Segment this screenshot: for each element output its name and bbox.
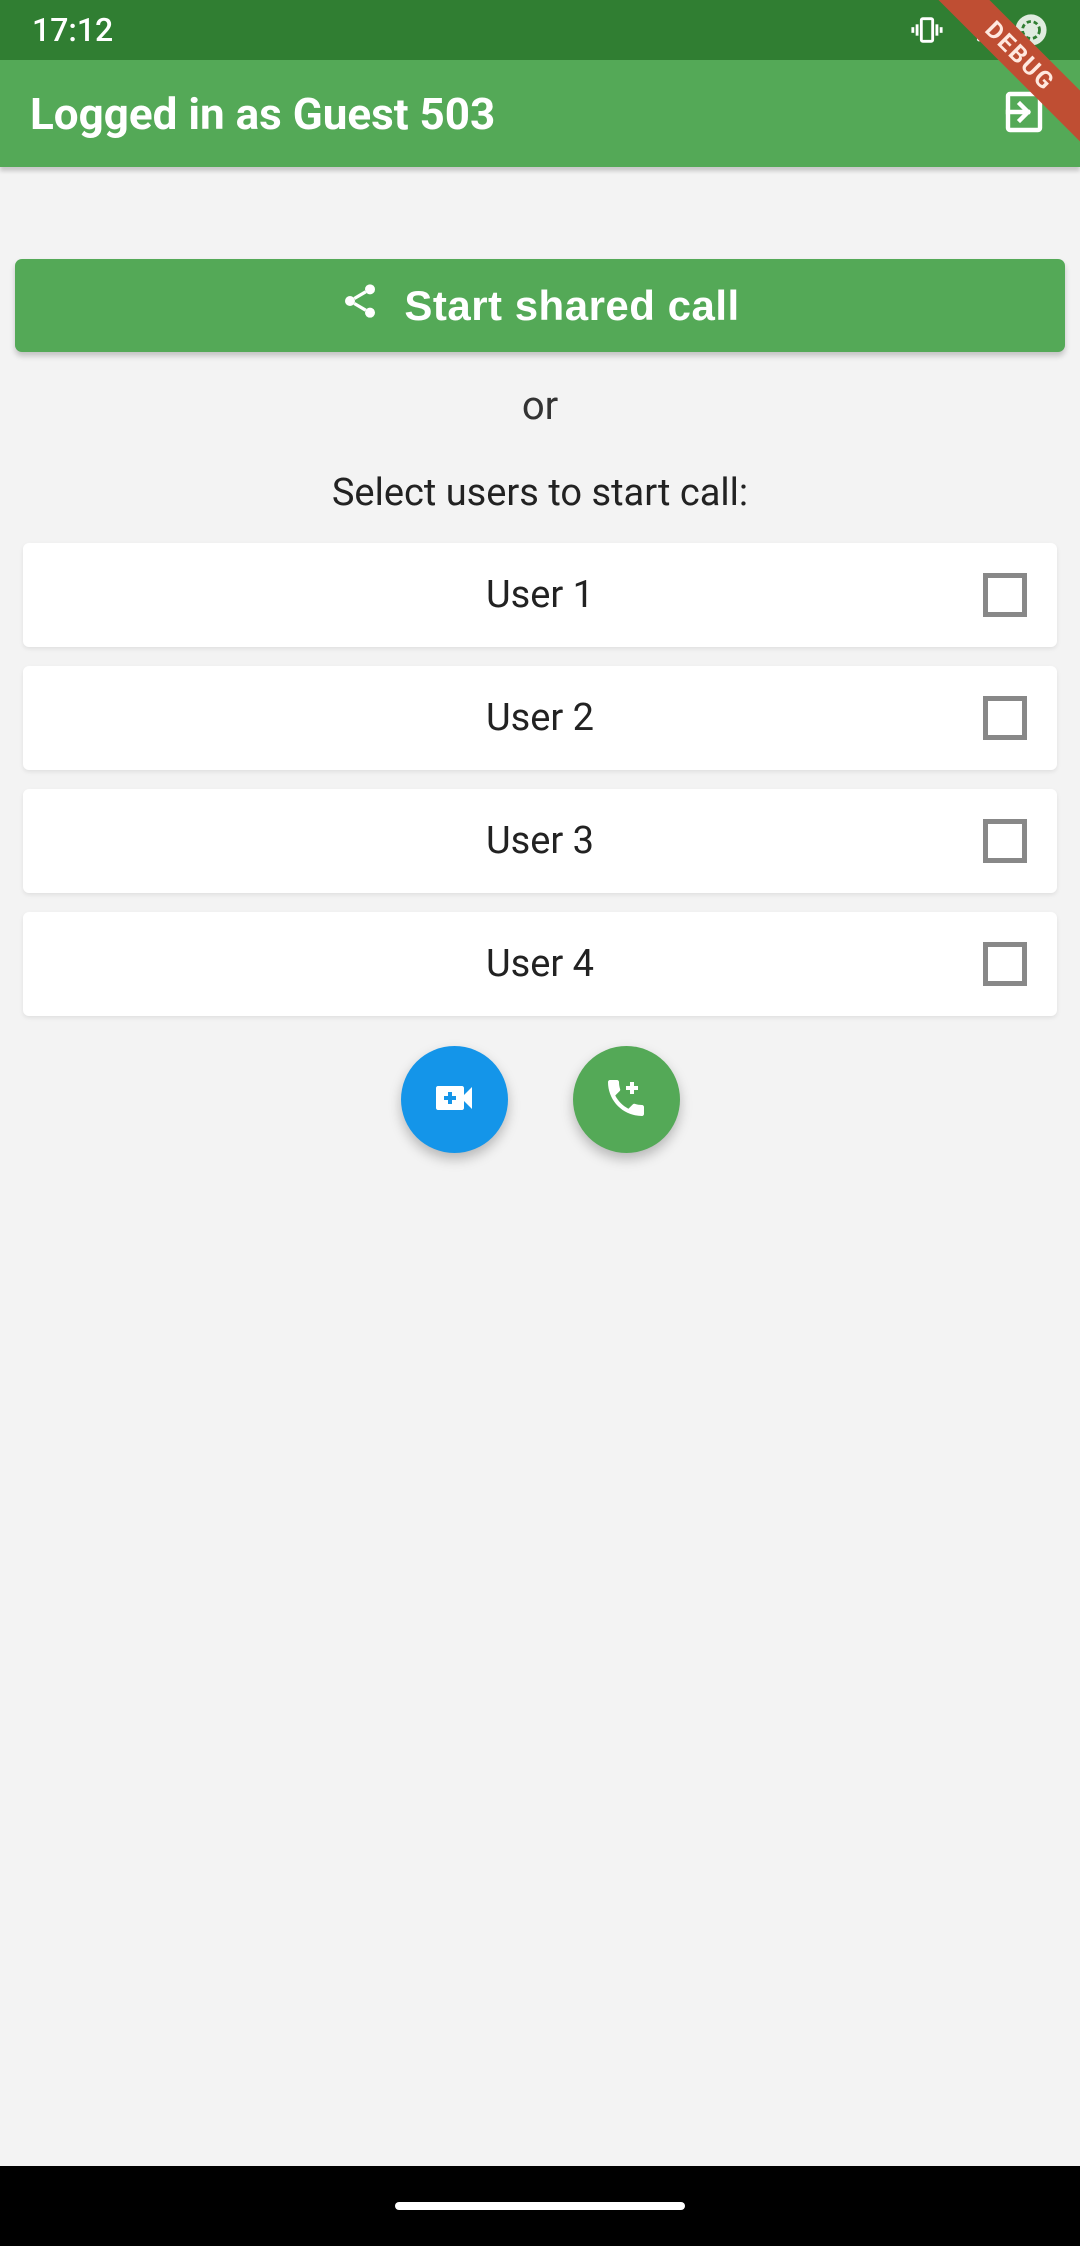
user-row[interactable]: User 2 [23, 666, 1057, 770]
start-audio-call-button[interactable] [573, 1046, 680, 1153]
fab-row [15, 1046, 1065, 1153]
user-checkbox[interactable] [983, 573, 1027, 617]
main-content: Start shared call or Select users to sta… [0, 167, 1080, 1153]
user-row[interactable]: User 3 [23, 789, 1057, 893]
video-call-add-icon [430, 1074, 478, 1126]
status-bar: 17:12 [0, 0, 1080, 60]
or-text: or [15, 382, 1065, 429]
select-users-prompt: Select users to start call: [15, 471, 1065, 515]
user-row[interactable]: User 4 [23, 912, 1057, 1016]
user-name-label: User 3 [23, 819, 1057, 863]
system-nav-bar [0, 2166, 1080, 2246]
logout-button[interactable] [998, 88, 1050, 140]
status-icons [910, 13, 1048, 47]
user-checkbox[interactable] [983, 819, 1027, 863]
user-name-label: User 1 [23, 573, 1057, 617]
user-checkbox[interactable] [983, 942, 1027, 986]
vibrate-icon [910, 13, 944, 47]
user-list: User 1 User 2 User 3 User 4 [15, 543, 1065, 1016]
user-name-label: User 2 [23, 696, 1057, 740]
user-name-label: User 4 [23, 942, 1057, 986]
user-row[interactable]: User 1 [23, 543, 1057, 647]
status-time: 17:12 [32, 11, 113, 49]
share-icon [340, 281, 380, 331]
nav-home-pill[interactable] [395, 2202, 685, 2210]
start-shared-call-label: Start shared call [404, 282, 739, 330]
start-video-call-button[interactable] [401, 1046, 508, 1153]
user-checkbox[interactable] [983, 696, 1027, 740]
app-title: Logged in as Guest 503 [30, 88, 495, 140]
start-shared-call-button[interactable]: Start shared call [15, 259, 1065, 352]
app-bar: Logged in as Guest 503 [0, 60, 1080, 167]
logout-icon [1000, 88, 1048, 140]
debug-badge-icon [1014, 13, 1048, 47]
wifi-icon [962, 13, 996, 47]
phone-add-icon [602, 1074, 650, 1126]
